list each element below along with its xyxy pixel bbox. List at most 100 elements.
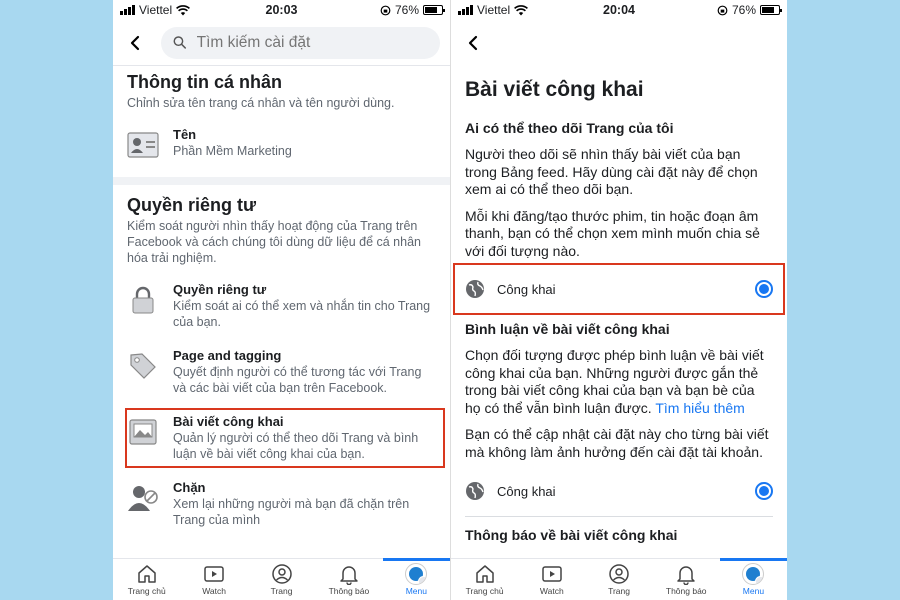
tab-bar: Trang chủ Watch Trang Thông báo Menu bbox=[113, 558, 450, 600]
follow-description: Người theo dõi sẽ nhìn thấy bài viết của… bbox=[465, 146, 758, 197]
chevron-left-icon bbox=[468, 35, 478, 51]
search-icon bbox=[173, 36, 186, 49]
avatar bbox=[405, 563, 428, 585]
settings-item-public-posts[interactable]: Bài viết công khai Quản lý người có thể … bbox=[125, 408, 445, 468]
settings-item-blocking[interactable]: Chặn Xem lại những người mà bạn đã chặn … bbox=[113, 474, 450, 534]
follow-option-public[interactable]: Công khai bbox=[453, 263, 785, 315]
privacy-item-sub: Kiểm soát ai có thể xem và nhắn tin cho … bbox=[173, 299, 431, 329]
public-posts-item-title: Bài viết công khai bbox=[173, 414, 284, 429]
public-posts-item-sub: Quản lý người có thể theo dõi Trang và b… bbox=[173, 431, 419, 461]
chevron-left-icon bbox=[130, 35, 140, 50]
search-input[interactable] bbox=[196, 33, 428, 52]
public-posts-header bbox=[451, 20, 787, 66]
tab-home[interactable]: Trang chủ bbox=[113, 559, 180, 600]
status-bar: Viettel 20:03 76% bbox=[113, 0, 450, 20]
menu-icon bbox=[418, 576, 427, 584]
public-posts-content: Bài viết công khai Ai có thể theo dõi Tr… bbox=[451, 66, 787, 558]
tab-menu[interactable]: Menu bbox=[719, 558, 787, 600]
signal-icon bbox=[120, 5, 135, 15]
public-posts-screen: Viettel 20:04 76% Bài viết công khai Ai … bbox=[450, 0, 787, 600]
tab-label: Trang bbox=[270, 586, 293, 596]
id-card-icon bbox=[127, 129, 159, 161]
battery-icon bbox=[423, 5, 445, 15]
tab-label: Thông báo bbox=[665, 586, 707, 596]
privacy-section-desc: Kiểm soát người nhìn thấy hoạt động của … bbox=[127, 219, 421, 265]
tab-label: Watch bbox=[202, 586, 226, 596]
globe-icon bbox=[466, 280, 484, 298]
settings-item-privacy[interactable]: Quyền riêng tư Kiểm soát ai có thể xem v… bbox=[113, 276, 450, 336]
status-bar: Viettel 20:04 76% bbox=[451, 0, 787, 20]
blocked-user-icon bbox=[127, 482, 159, 514]
carrier: Viettel bbox=[458, 3, 529, 17]
bell-icon bbox=[677, 566, 695, 585]
comment-option-radio[interactable] bbox=[755, 482, 773, 500]
globe-icon bbox=[466, 482, 484, 500]
back-button[interactable] bbox=[123, 31, 147, 55]
carrier: Viettel bbox=[120, 3, 191, 17]
tab-label: Menu bbox=[742, 586, 765, 596]
tab-notifications[interactable]: Thông báo bbox=[315, 559, 382, 600]
tab-pages[interactable]: Trang bbox=[248, 559, 315, 600]
rotation-lock-icon bbox=[717, 5, 728, 15]
tab-home[interactable]: Trang chủ bbox=[451, 559, 518, 600]
battery-percent: 76% bbox=[731, 3, 756, 17]
personal-section-desc: Chỉnh sửa tên trang cá nhân và tên người… bbox=[127, 96, 395, 110]
tagging-item-sub: Quyết định người có thể tương tác với Tr… bbox=[173, 365, 422, 395]
learn-more-link[interactable]: Tìm hiểu thêm bbox=[655, 400, 744, 416]
tab-pages[interactable]: Trang bbox=[585, 559, 652, 600]
follow-option-label: Công khai bbox=[497, 281, 556, 297]
tagging-item-title: Page and tagging bbox=[173, 348, 282, 363]
privacy-section-title: Quyền riêng tư bbox=[127, 195, 257, 215]
settings-item-name[interactable]: Tên Phần Mềm Marketing bbox=[113, 121, 450, 167]
tab-label: Trang chủ bbox=[465, 586, 504, 596]
personal-section-title: Thông tin cá nhân bbox=[127, 72, 282, 92]
battery-icon bbox=[760, 5, 782, 15]
menu-icon bbox=[755, 576, 764, 584]
back-button[interactable] bbox=[461, 31, 485, 55]
blocking-item-title: Chặn bbox=[173, 480, 206, 495]
tab-label: Menu bbox=[405, 586, 427, 596]
rotation-lock-icon bbox=[380, 5, 391, 15]
follow-note: Mỗi khi đăng/tạo thước phim, tin hoặc đo… bbox=[465, 207, 760, 259]
blocking-item-sub: Xem lại những người mà bạn đã chặn trên … bbox=[173, 497, 410, 527]
tab-label: Thông báo bbox=[328, 586, 370, 596]
name-title: Tên bbox=[173, 127, 197, 142]
page-title: Bài viết công khai bbox=[465, 78, 644, 101]
tab-notifications[interactable]: Thông báo bbox=[653, 559, 720, 600]
tab-menu[interactable]: Menu bbox=[382, 558, 450, 600]
status-right: 76% bbox=[380, 3, 445, 17]
bell-icon bbox=[340, 566, 358, 585]
avatar bbox=[742, 563, 765, 585]
comment-description: Chọn đối tượng được phép bình luận về bà… bbox=[465, 347, 773, 417]
tab-watch[interactable]: Watch bbox=[180, 559, 247, 600]
video-icon bbox=[204, 566, 224, 582]
settings-item-page-tagging[interactable]: Page and tagging Quyết định người có thể… bbox=[113, 342, 450, 402]
follow-option-radio[interactable] bbox=[755, 280, 773, 298]
wifi-icon bbox=[514, 4, 529, 15]
tab-bar: Trang chủ Watch Trang Thông báo Menu bbox=[451, 558, 787, 600]
status-right: 76% bbox=[717, 3, 782, 17]
name-value: Phần Mềm Marketing bbox=[173, 144, 292, 158]
image-frame-icon bbox=[127, 416, 159, 448]
home-icon bbox=[475, 565, 494, 583]
section-divider bbox=[113, 177, 450, 185]
home-icon bbox=[137, 565, 156, 583]
search-bar[interactable] bbox=[161, 26, 440, 59]
comment-option-public[interactable]: Công khai bbox=[455, 470, 783, 512]
follow-heading: Ai có thể theo dõi Trang của tôi bbox=[465, 120, 674, 136]
signal-icon bbox=[458, 5, 473, 15]
tab-label: Trang chủ bbox=[127, 586, 166, 596]
tab-label: Watch bbox=[539, 586, 564, 596]
settings-screen: Viettel 20:03 76% Thông tin cá nhân Chỉn… bbox=[113, 0, 450, 600]
profile-icon bbox=[271, 564, 292, 584]
lock-icon bbox=[127, 284, 159, 316]
privacy-item-title: Quyền riêng tư bbox=[173, 282, 267, 297]
comment-heading: Bình luận về bài viết công khai bbox=[465, 321, 670, 337]
video-icon bbox=[542, 566, 562, 582]
settings-header bbox=[113, 20, 450, 66]
divider bbox=[465, 516, 773, 517]
wifi-icon bbox=[176, 4, 191, 15]
notify-heading: Thông báo về bài viết công khai bbox=[465, 527, 678, 543]
tab-watch[interactable]: Watch bbox=[518, 559, 585, 600]
profile-icon bbox=[609, 564, 629, 584]
